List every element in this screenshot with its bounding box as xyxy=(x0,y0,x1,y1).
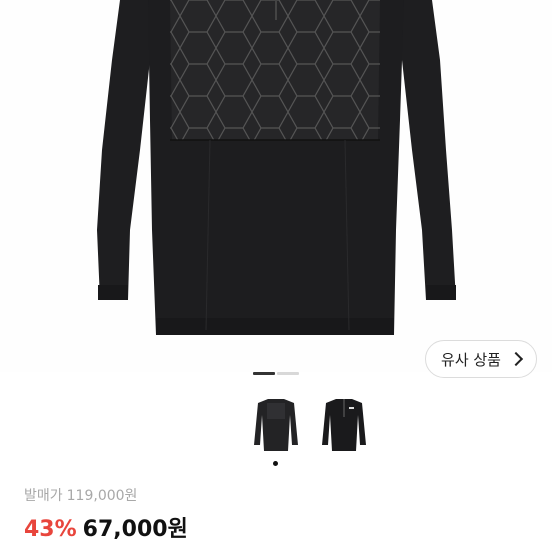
gallery-page-indicator xyxy=(253,372,299,375)
product-main-image[interactable] xyxy=(0,0,552,372)
thumbnail-2[interactable] xyxy=(318,395,370,455)
indicator-active xyxy=(253,372,275,375)
sale-price-value: 67,000원 xyxy=(82,517,188,542)
original-price: 발매가 119,000원 xyxy=(24,485,137,505)
chevron-right-icon xyxy=(508,351,524,367)
thumbnail-1[interactable] xyxy=(250,395,302,455)
similar-products-button[interactable]: 유사 상품 xyxy=(425,340,537,378)
original-price-value: 119,000원 xyxy=(66,488,138,504)
thumbnail-jacket-image xyxy=(322,399,366,451)
thumbnail-selected-dot xyxy=(273,461,278,466)
thumbnail-jacket-image xyxy=(254,399,298,451)
original-price-label: 발매가 xyxy=(24,488,63,504)
discount-percent: 43% xyxy=(24,517,77,542)
sale-price: 43% 67,000원 xyxy=(24,511,188,543)
indicator-inactive xyxy=(277,372,299,375)
similar-products-label: 유사 상품 xyxy=(441,350,501,369)
jacket-image xyxy=(97,0,456,335)
